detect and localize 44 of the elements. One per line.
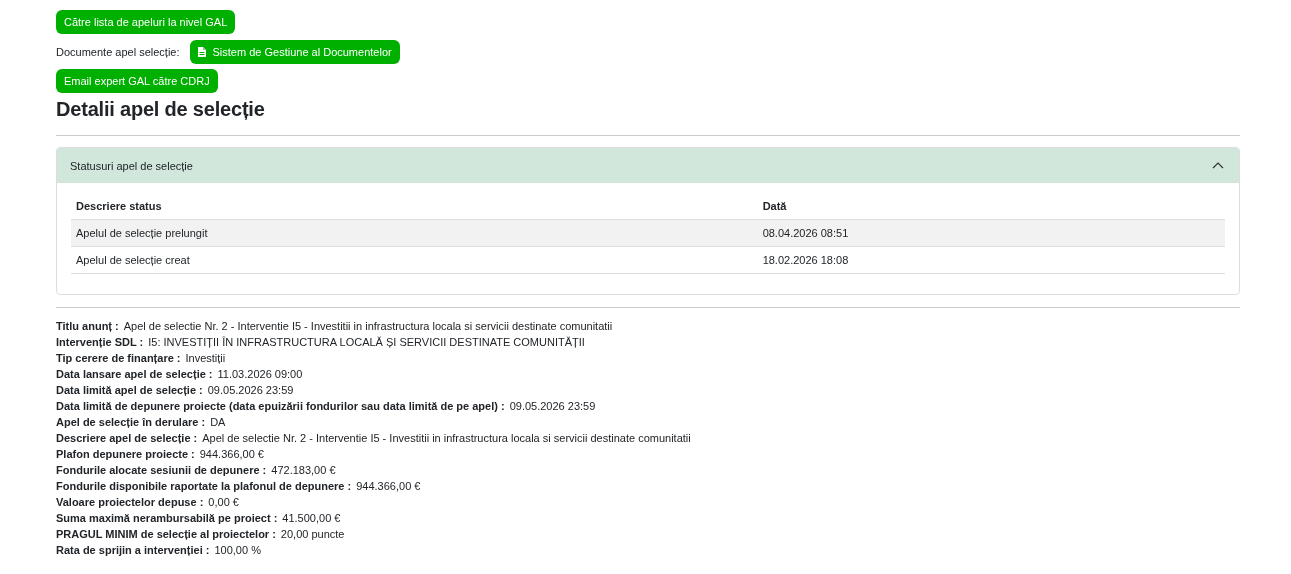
field-label: Rata de sprijin a intervenției : — [56, 543, 210, 556]
field-label: Plafon depunere proiecte : — [56, 447, 195, 460]
column-header: Descriere status — [71, 194, 758, 219]
field-label: Data lansare apel de selecție : — [56, 367, 213, 380]
field-label: Data limită de depunere proiecte (data epuizării fondurilor sau data limită de pe apel) : — [56, 399, 505, 412]
field-label: PRAGUL MINIM de selecție al proiectelor : — [56, 527, 276, 540]
email-button[interactable]: Email expert GAL către CDRJ — [56, 69, 218, 93]
field-value: 944.366,00 € — [356, 479, 421, 492]
accordion-header[interactable]: Statusuri apel de selecție — [57, 148, 1239, 183]
field-value: 0,00 € — [208, 495, 239, 508]
table-cell: Apelul de selecție prelungit — [71, 219, 758, 246]
field-value: Investiții — [185, 351, 226, 364]
field-value: 09.05.2026 23:59 — [207, 383, 294, 396]
field-label: Tip cerere de finanțare : — [56, 351, 181, 364]
field-label: Titlu anunț : — [56, 319, 119, 332]
chevron-icon — [1212, 162, 1224, 169]
table-cell: Apelul de selecție creat — [71, 246, 758, 273]
field-value: 20,00 puncte — [280, 527, 345, 540]
field-value: DA — [210, 415, 226, 428]
field-value: 944.366,00 € — [199, 447, 264, 460]
field-value: Apel de selectie Nr. 2 - Interventie I5 - Investitii in infrastructura locala si servicii destinate comunitatii — [123, 319, 613, 332]
field-label: Fondurile disponibile raportate la plafonul de depunere : — [56, 479, 352, 492]
field-value: 11.03.2026 09:00 — [217, 367, 303, 380]
back-button[interactable]: Către lista de apeluri la nivel GAL — [56, 10, 236, 34]
field-label: Suma maximă nerambursabilă pe proiect : — [56, 511, 278, 524]
table-cell: 18.02.2026 18:08 — [757, 246, 1225, 273]
field-value: Apel de selectie Nr. 2 - Interventie I5 - Investitii in infrastructura locala si servicii destinate comunitatii — [202, 431, 691, 444]
field-label: Intervenție SDL : — [56, 335, 144, 348]
field-label: Data limită apel de selecție : — [56, 383, 203, 396]
page-heading: Detalii apel de selecție — [56, 98, 266, 121]
field-value: I5: INVESTIȚII ÎN INFRASTRUCTURA LOCALĂ ȘI SERVICII DESTINATE COMUNITĂȚII — [148, 335, 585, 348]
field-label: Fondurile alocate sesiunii de depunere : — [56, 463, 267, 476]
field-label: Valoare proiectelor depuse : — [56, 495, 204, 508]
table-cell: 08.04.2026 08:51 — [757, 219, 1225, 246]
documents-button[interactable]: Sistem de Gestiune al Documentelor — [189, 40, 400, 64]
field-value: 41.500,00 € — [282, 511, 341, 524]
field-value: 100,00 % — [214, 543, 261, 556]
field-value: 09.05.2026 23:59 — [509, 399, 596, 412]
field-label: Apel de selecție în derulare : — [56, 415, 206, 428]
field-value: 472.183,00 € — [271, 463, 336, 476]
column-header: Dată — [757, 194, 1225, 219]
document-icon — [197, 47, 206, 57]
documents-label: Documente apel selecție: — [56, 46, 180, 58]
field-label: Descriere apel de selecție : — [56, 431, 198, 444]
